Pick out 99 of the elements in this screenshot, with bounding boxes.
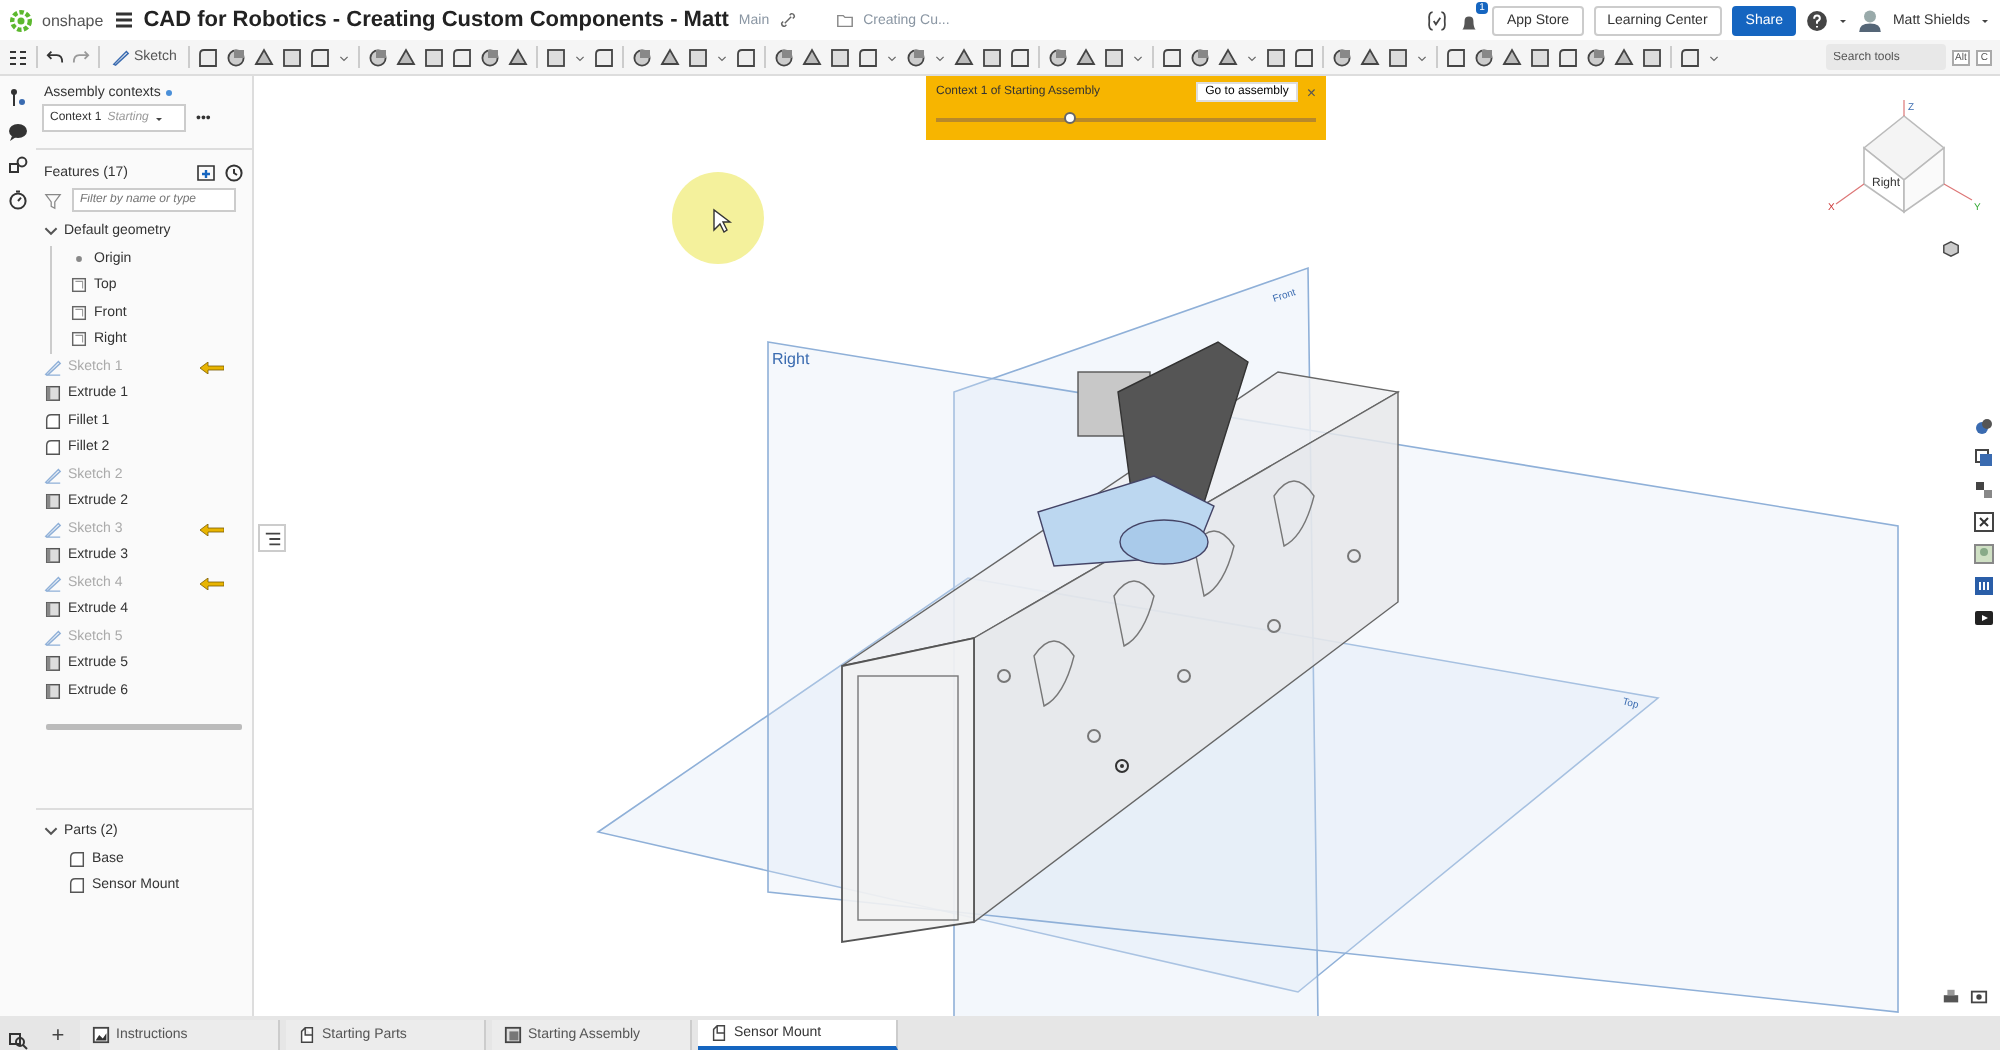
image-icon[interactable] [1974, 544, 1994, 564]
pencil-icon [44, 573, 62, 592]
tool-icon[interactable] [1190, 47, 1211, 67]
cursor-icon [713, 208, 733, 234]
tool-icon[interactable] [396, 47, 417, 67]
avatar-icon[interactable] [1858, 8, 1883, 32]
list-icon [263, 529, 281, 547]
tool-icon[interactable] [594, 47, 615, 67]
caret-icon[interactable] [1980, 15, 1990, 25]
close-button[interactable]: × [1306, 83, 1316, 101]
help-icon[interactable] [1806, 9, 1829, 31]
logo-icon [10, 9, 32, 31]
tool-icon[interactable] [480, 47, 501, 67]
tool-icon[interactable] [226, 47, 247, 67]
tool-icon[interactable] [1218, 47, 1239, 67]
tool-icon[interactable] [802, 47, 823, 67]
tool-icon[interactable] [830, 47, 851, 67]
tool-icon[interactable] [1266, 47, 1287, 67]
origin-icon [1115, 759, 1129, 773]
part-icon [298, 1026, 316, 1044]
tool-icon[interactable] [546, 47, 567, 67]
tool-icon[interactable] [1162, 47, 1183, 67]
tool-icon[interactable] [1076, 47, 1097, 67]
cube-icon[interactable] [1942, 240, 1960, 258]
tool-icon[interactable] [1474, 47, 1495, 67]
tool-icon[interactable] [1446, 47, 1467, 67]
document-title: CAD for Robotics - Creating Custom Components - Matt [143, 8, 729, 32]
tool-icon[interactable] [1558, 47, 1579, 67]
caret-icon[interactable] [154, 113, 165, 123]
pencil-icon [44, 627, 62, 646]
tool-icon[interactable] [774, 47, 795, 67]
video-icon[interactable] [1974, 608, 1994, 628]
plane-icon [70, 276, 88, 295]
pencil-icon [44, 357, 62, 376]
tool-icon[interactable] [1294, 47, 1315, 67]
tool-icon[interactable] [1642, 47, 1663, 67]
pencil-icon [112, 48, 130, 66]
filter-icon[interactable] [44, 191, 62, 209]
pencil-icon [44, 465, 62, 484]
tool-icon[interactable] [424, 47, 445, 67]
pencil-icon [44, 519, 62, 538]
extrude-icon [44, 681, 62, 700]
tool-icon[interactable] [1502, 47, 1523, 67]
panel-toggle-button[interactable] [258, 524, 286, 552]
tool-icon[interactable] [1104, 47, 1125, 67]
tool-icon[interactable] [198, 47, 219, 67]
slider-thumb[interactable] [1063, 112, 1075, 124]
plane-icon [70, 330, 88, 349]
bell-icon[interactable] [1458, 12, 1481, 34]
tool-icon[interactable] [310, 47, 331, 67]
tool-icon[interactable] [1010, 47, 1031, 67]
tool-icon[interactable] [1048, 47, 1069, 67]
tool-icon[interactable] [1388, 47, 1409, 67]
tool-icon[interactable] [906, 47, 927, 67]
tool-icon[interactable] [982, 47, 1003, 67]
tool-icon[interactable] [1332, 47, 1353, 67]
tool-icon[interactable] [1530, 47, 1551, 67]
stopwatch-icon[interactable] [8, 190, 28, 210]
cursor-highlight [672, 172, 764, 264]
assembly-icon [504, 1026, 522, 1044]
tool-icon[interactable] [508, 47, 529, 67]
tool-icon[interactable] [688, 47, 709, 67]
status-dot-icon [164, 88, 175, 98]
tool-icon[interactable] [368, 47, 389, 67]
tool-icon[interactable] [1680, 47, 1701, 67]
folder-icon[interactable] [835, 11, 854, 29]
tool-icon[interactable] [858, 47, 879, 67]
extrude-icon [44, 654, 62, 673]
chevron-icon[interactable] [44, 224, 58, 239]
extrude-icon [44, 600, 62, 619]
extrude-icon [44, 546, 62, 565]
tool-icon[interactable] [282, 47, 303, 67]
extrude-icon [44, 492, 62, 511]
extrude-icon [44, 384, 62, 403]
tool-icon[interactable] [632, 47, 653, 67]
add-folder-icon[interactable] [196, 162, 216, 182]
tool-icon[interactable] [254, 47, 275, 67]
tool-icon[interactable] [954, 47, 975, 67]
tool-icon[interactable] [1586, 47, 1607, 67]
plane-label: Right [772, 350, 810, 368]
app-logo-text: onshape [42, 11, 104, 29]
feature-list-icon[interactable] [8, 47, 28, 67]
search-icon[interactable] [8, 1030, 28, 1050]
redo-icon[interactable] [72, 48, 90, 66]
tool-icon[interactable] [736, 47, 757, 67]
undo-icon[interactable] [46, 48, 64, 66]
tool-icon[interactable] [452, 47, 473, 67]
tool-icon[interactable] [1614, 47, 1635, 67]
part-icon [710, 1024, 728, 1042]
plane-icon [70, 303, 88, 322]
menu-icon[interactable] [113, 10, 134, 30]
add-tab-button[interactable]: + [42, 1020, 74, 1050]
document-icon [92, 1026, 110, 1044]
comment-icon[interactable] [8, 122, 28, 142]
tool-icon[interactable] [660, 47, 681, 67]
tool-icon[interactable] [1360, 47, 1381, 67]
chevron-icon[interactable] [44, 824, 58, 839]
link-icon[interactable] [779, 12, 796, 28]
caret-icon[interactable] [1838, 15, 1849, 25]
